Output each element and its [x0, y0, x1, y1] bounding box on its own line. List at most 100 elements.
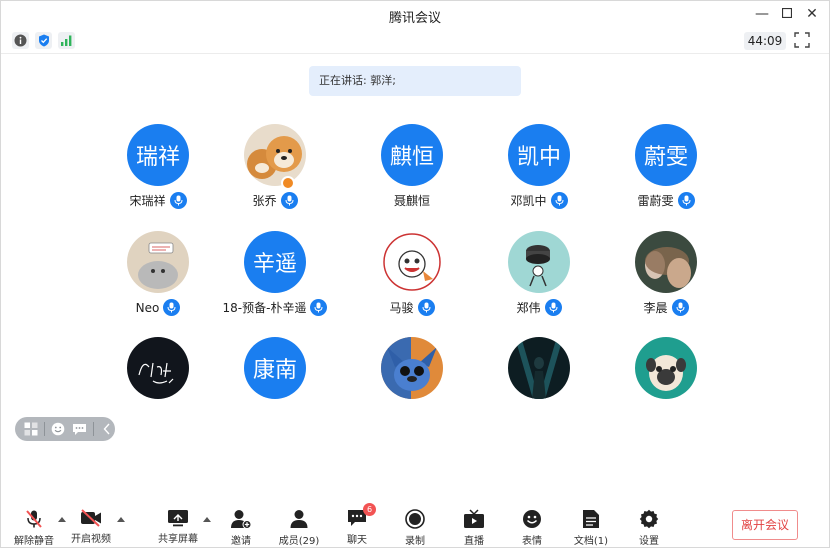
- chat-button[interactable]: 6 聊天: [327, 503, 387, 546]
- participant-name: 邓凯中: [510, 194, 547, 208]
- mic-icon: [671, 299, 689, 316]
- participant-name: 雷蔚雯: [637, 194, 674, 208]
- avatar: 凯中: [508, 124, 570, 186]
- participant-tile[interactable]: 麒恒 聂麒恒: [342, 124, 482, 214]
- host-badge-icon: [281, 176, 295, 190]
- signal-icon[interactable]: [58, 32, 75, 49]
- chat-bubble-icon[interactable]: [72, 421, 87, 437]
- camera-off-icon: [80, 509, 102, 527]
- participant-tile[interactable]: 蔚雯 雷蔚雯: [596, 124, 736, 214]
- participant-tile[interactable]: 辛遥 18-预备-朴辛遥: [205, 231, 345, 321]
- title-bar: 腾讯会议 — ✕: [1, 1, 829, 29]
- mic-icon: [310, 299, 328, 316]
- participant-tile[interactable]: 李晨: [596, 231, 736, 321]
- shield-icon[interactable]: [35, 32, 52, 49]
- share-options-caret[interactable]: [203, 517, 211, 522]
- speaking-banner: 正在讲话: 郭洋;: [309, 66, 521, 96]
- participant-name: 马骏: [389, 301, 414, 315]
- mic-icon: [280, 192, 298, 209]
- participant-name-row: 马骏: [342, 299, 482, 316]
- unmute-button[interactable]: 解除静音: [4, 509, 64, 547]
- chat-icon: 6: [346, 503, 376, 528]
- participant-name-row: 雷蔚雯: [596, 192, 736, 209]
- avatar: 麒恒: [381, 124, 443, 186]
- avatar: 瑞祥: [127, 124, 189, 186]
- live-button[interactable]: 直播: [444, 509, 504, 547]
- mic-icon: [417, 299, 435, 316]
- floating-panel[interactable]: [15, 417, 115, 441]
- participant-tile[interactable]: 凯中 邓凯中: [469, 124, 609, 214]
- gear-icon: [638, 509, 660, 529]
- participant-name-row: 李晨: [596, 299, 736, 316]
- info-icon[interactable]: [12, 32, 29, 49]
- avatar: [635, 231, 697, 293]
- header-divider: [1, 53, 829, 54]
- participant-name: Neo: [135, 300, 160, 315]
- participant-name-row: 张乔: [205, 192, 345, 209]
- avatar: [127, 231, 189, 293]
- participant-tile[interactable]: 康南: [205, 337, 345, 427]
- leave-meeting-button[interactable]: 离开会议: [732, 510, 798, 540]
- participant-tile[interactable]: [596, 337, 736, 427]
- participant-tile[interactable]: 张乔: [205, 124, 345, 214]
- participant-name-row: 聂麒恒: [342, 192, 482, 209]
- participant-tile[interactable]: 马骏: [342, 231, 482, 321]
- record-icon: [404, 509, 426, 529]
- meeting-window: 腾讯会议 — ✕ 44:09 正在讲话: 郭洋; 瑞祥 宋瑞祥 张乔 麒恒 聂麒恒 凯中邓…: [0, 0, 830, 548]
- participant-name-row: 18-预备-朴辛遥: [205, 299, 345, 316]
- live-stream-icon: [463, 509, 485, 529]
- invite-user-icon: [230, 509, 252, 529]
- mic-icon: [169, 192, 187, 209]
- mic-muted-icon: [23, 509, 45, 529]
- floating-separator: [44, 422, 45, 436]
- smiley-icon: [521, 509, 543, 529]
- settings-button[interactable]: 设置: [619, 509, 679, 547]
- window-title: 腾讯会议: [388, 11, 441, 26]
- avatar: [127, 337, 189, 399]
- members-button[interactable]: 成员(29): [269, 509, 329, 547]
- record-button[interactable]: 录制: [385, 509, 445, 547]
- mic-icon: [550, 192, 568, 209]
- docs-button[interactable]: 文档(1): [561, 509, 621, 547]
- reactions-button[interactable]: 表情: [502, 509, 562, 547]
- participant-name: 郑伟: [516, 301, 541, 315]
- avatar: [244, 124, 306, 186]
- close-icon[interactable]: ✕: [803, 5, 821, 23]
- participant-tile[interactable]: [469, 337, 609, 427]
- participant-tile[interactable]: 郑伟: [469, 231, 609, 321]
- members-icon: [288, 509, 310, 529]
- participant-name: 聂麒恒: [393, 194, 430, 208]
- screen-share-icon: [167, 509, 189, 527]
- participant-name-row: 邓凯中: [469, 192, 609, 209]
- mic-icon: [677, 192, 695, 209]
- layout-icon[interactable]: [23, 421, 38, 437]
- bottom-toolbar: 解除静音 开启视频 共享屏幕 邀请 成员(29) 6 聊天 录制 直播 表情 文…: [1, 501, 829, 548]
- mic-icon: [163, 299, 181, 316]
- participant-name: 张乔: [252, 194, 277, 208]
- avatar: [381, 337, 443, 399]
- participant-name-row: 郑伟: [469, 299, 609, 316]
- participant-tile[interactable]: [342, 337, 482, 427]
- maximize-icon[interactable]: [778, 5, 796, 23]
- start-video-button[interactable]: 开启视频: [61, 509, 121, 545]
- share-screen-button[interactable]: 共享屏幕: [148, 509, 208, 545]
- avatar: 辛遥: [244, 231, 306, 293]
- chevron-left-icon[interactable]: [100, 421, 115, 437]
- chat-badge: 6: [363, 503, 376, 516]
- minimize-icon[interactable]: —: [753, 5, 771, 23]
- avatar: [508, 337, 570, 399]
- emoji-icon[interactable]: [51, 421, 66, 437]
- video-options-caret[interactable]: [117, 517, 125, 522]
- avatar: [508, 231, 570, 293]
- mic-icon: [544, 299, 562, 316]
- avatar: 康南: [244, 337, 306, 399]
- participant-name: 宋瑞祥: [129, 194, 166, 208]
- participant-name: 18-预备-朴辛遥: [222, 301, 307, 315]
- participant-name: 李晨: [643, 301, 668, 315]
- meeting-timer: 44:09: [744, 32, 786, 50]
- floating-separator: [93, 422, 94, 436]
- avatar: 蔚雯: [635, 124, 697, 186]
- fullscreen-icon[interactable]: [794, 32, 812, 50]
- invite-button[interactable]: 邀请: [211, 509, 271, 547]
- avatar: [381, 231, 443, 293]
